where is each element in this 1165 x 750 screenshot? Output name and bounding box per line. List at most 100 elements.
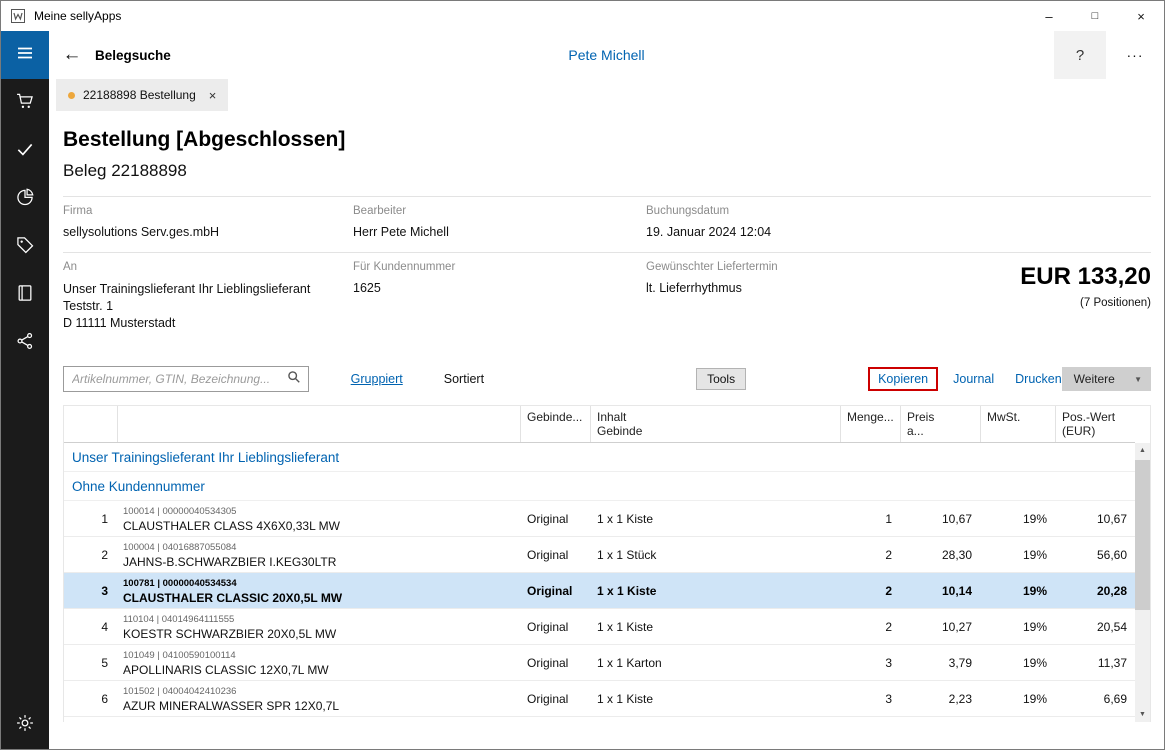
article-name: AZUR MINERALWASSER SPR 12X0,7L [123,700,520,713]
search-input[interactable] [64,372,287,386]
sidebar [1,31,49,749]
table-row[interactable]: 2 100004 | 04016887055084 JAHNS-B.SCHWAR… [64,537,1135,573]
field-label: Für Kundennummer [353,261,646,273]
checkmark-icon [15,139,35,164]
document-number: Beleg 22188898 [63,161,1151,181]
weitere-dropdown[interactable]: Weitere ▼ [1062,367,1151,391]
weitere-label: Weitere [1074,372,1115,386]
gebinde-cell: Original [520,692,590,706]
field-label: An [63,261,353,273]
table-body: Unser Trainingslieferant Ihr Lieblingsli… [64,443,1135,722]
preis-cell: 10,27 [900,620,980,634]
field-liefertermin: Gewünschter Liefertermin lt. Lieferrhyth… [646,261,1020,332]
sidebar-item-tasks[interactable] [1,127,49,175]
scroll-up-icon[interactable]: ▲ [1135,443,1150,458]
group-row-kundennummer[interactable]: Ohne Kundennummer [64,472,1135,501]
tab-bestellung[interactable]: 22188898 Bestellung × [56,79,228,111]
col-preis[interactable]: Preis a... [900,406,980,442]
kopieren-button[interactable]: Kopieren [868,367,938,391]
mwst-cell: 19% [980,548,1055,562]
article-cell: 110104 | 04014964111555 KOESTR SCHWARZBI… [117,609,520,644]
table-row[interactable]: 1 100014 | 00000040534305 CLAUSTHALER CL… [64,501,1135,537]
sidebar-item-statistics[interactable] [1,175,49,223]
page-title: Belegsuche [95,48,171,63]
field-label: Gewünschter Liefertermin [646,261,1020,273]
help-button[interactable]: ? [1054,31,1106,79]
user-name[interactable]: Pete Michell [568,47,644,63]
total-amount: EUR 133,20 [1020,263,1151,291]
mwst-cell: 19% [980,512,1055,526]
close-button[interactable]: × [1118,1,1164,31]
gruppiert-toggle[interactable]: Gruppiert [351,372,403,386]
maximize-button[interactable]: □ [1072,1,1118,31]
article-cell: 101049 | 04100590100114 APOLLINARIS CLAS… [117,645,520,680]
share-network-icon [15,331,35,356]
preis-cell: 10,14 [900,584,980,598]
sidebar-item-share[interactable] [1,319,49,367]
hamburger-menu-button[interactable] [1,31,49,79]
journal-button[interactable]: Journal [953,372,994,386]
tab-bar: 22188898 Bestellung × [49,79,1164,111]
article-cell: 101502 | 04004042410236 AZUR MINERALWASS… [117,681,520,716]
article-name: KOESTR SCHWARZBIER 20X0,5L MW [123,628,520,641]
col-inhalt-gebinde[interactable]: Inhalt Gebinde [590,406,840,442]
field-value: Herr Pete Michell [353,225,646,239]
group-row-supplier[interactable]: Unser Trainingslieferant Ihr Lieblingsli… [64,443,1135,472]
gebinde-cell: Original [520,584,590,598]
address-line: D 11111 Musterstadt [63,315,353,332]
search-icon[interactable] [287,370,301,389]
article-cell: 100014 | 00000040534305 CLAUSTHALER CLAS… [117,501,520,536]
back-button[interactable]: ← [49,44,95,66]
table-row[interactable]: 5 101049 | 04100590100114 APOLLINARIS CL… [64,645,1135,681]
col-menge[interactable]: Menge... [840,406,900,442]
more-options-button[interactable]: ··· [1106,31,1164,79]
col-pos-wert[interactable]: Pos.-Wert (EUR) [1055,406,1135,442]
drucken-button[interactable]: Drucken [1015,372,1062,386]
inhalt-cell: 1 x 1 Kiste [590,692,840,706]
tab-close-icon[interactable]: × [209,88,217,103]
app-window: Meine sellyApps – □ × [0,0,1165,750]
scroll-down-icon[interactable]: ▼ [1135,707,1150,722]
article-code: 100014 | 00000040534305 [123,505,520,518]
col-rownum [64,406,117,442]
col-mwst[interactable]: MwSt. [980,406,1055,442]
gebinde-cell: Original [520,512,590,526]
tools-button[interactable]: Tools [696,368,746,390]
tag-icon [15,235,35,260]
row-number: 2 [64,548,117,562]
row-number: 6 [64,692,117,706]
wert-cell: 20,28 [1055,584,1135,598]
table-row-selected[interactable]: 3 100781 | 00000040534534 CLAUSTHALER CL… [64,573,1135,609]
sidebar-item-settings[interactable] [1,701,49,749]
scrollbar-thumb[interactable] [1135,460,1150,610]
col-gebinde[interactable]: Gebinde... [520,406,590,442]
toolbar: Gruppiert Sortiert Tools Kopieren Journa… [63,366,1151,392]
sidebar-item-journal[interactable] [1,271,49,319]
row-number: 5 [64,656,117,670]
mwst-cell: 19% [980,584,1055,598]
sidebar-item-cart[interactable] [1,79,49,127]
content-area: Bestellung [Abgeschlossen] Beleg 2218889… [49,111,1164,749]
menge-cell: 2 [840,620,900,634]
app-logo-icon [10,8,26,24]
search-box[interactable] [63,366,309,392]
table-row[interactable]: 4 110104 | 04014964111555 KOESTR SCHWARZ… [64,609,1135,645]
article-name: CLAUSTHALER CLASSIC 20X0,5L MW [123,592,520,605]
table-row[interactable]: 6 101502 | 04004042410236 AZUR MINERALWA… [64,681,1135,717]
recipient-address: Unser Trainingslieferant Ihr Lieblingsli… [63,281,353,332]
sidebar-item-articles[interactable] [1,223,49,271]
field-value: sellysolutions Serv.ges.mbH [63,225,353,239]
field-kundennummer: Für Kundennummer 1625 [353,261,646,332]
gebinde-cell: Original [520,656,590,670]
sortiert-toggle[interactable]: Sortiert [444,372,484,386]
scrollbar-track[interactable] [1135,458,1150,707]
table-scrollbar[interactable]: ▲ ▼ [1135,443,1150,722]
positions-count: (7 Positionen) [1020,297,1151,309]
window-controls: – □ × [1026,1,1164,31]
field-an: An Unser Trainingslieferant Ihr Liebling… [63,261,353,332]
header: ← Belegsuche Pete Michell ? ··· [49,31,1164,79]
table-header-row: Gebinde... Inhalt Gebinde Menge... Preis… [64,406,1135,443]
menge-cell: 2 [840,584,900,598]
settings-gear-icon [15,713,35,738]
minimize-button[interactable]: – [1026,1,1072,31]
